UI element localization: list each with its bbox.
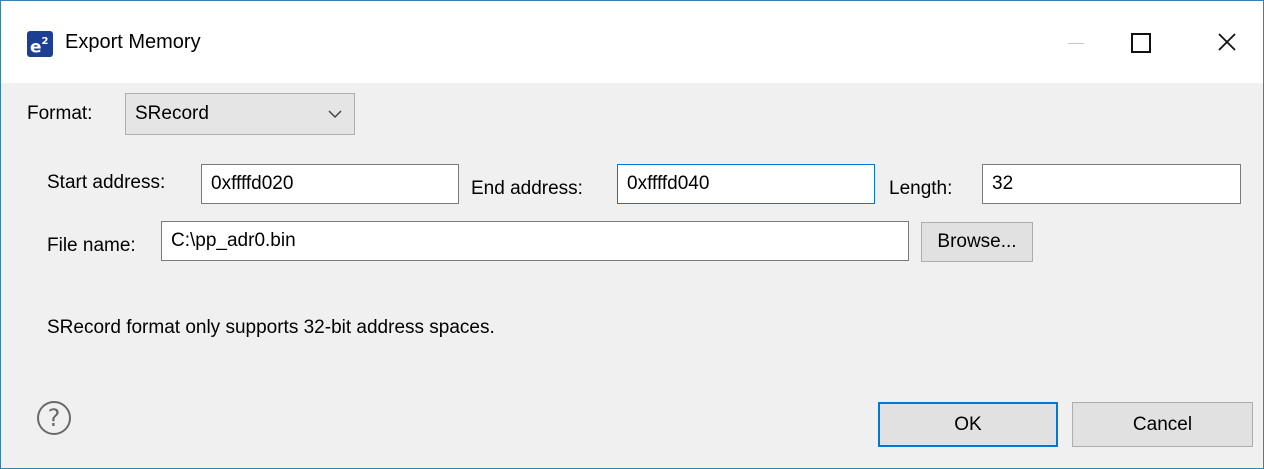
- start-address-input[interactable]: [202, 165, 458, 203]
- chevron-down-icon: [328, 110, 342, 119]
- e2-studio-icon: e2: [27, 31, 53, 58]
- length-label: Length:: [889, 178, 953, 199]
- close-icon: [1218, 33, 1236, 51]
- help-icon[interactable]: ?: [37, 401, 71, 435]
- cancel-button[interactable]: Cancel: [1072, 402, 1253, 447]
- file-name-field[interactable]: [161, 221, 909, 261]
- export-memory-dialog: e2 Export Memory Format: SRecord Start a…: [0, 0, 1264, 469]
- maximize-button[interactable]: [1116, 17, 1176, 67]
- start-address-label: Start address:: [47, 172, 166, 193]
- file-name-label: File name:: [47, 235, 136, 256]
- length-field[interactable]: [982, 164, 1241, 204]
- maximize-icon: [1131, 33, 1151, 53]
- minimize-button[interactable]: [1046, 17, 1106, 67]
- format-selected-value: SRecord: [135, 103, 209, 124]
- format-label: Format:: [27, 103, 93, 124]
- dialog-title: Export Memory: [65, 31, 201, 53]
- browse-button[interactable]: Browse...: [921, 222, 1033, 262]
- file-name-input[interactable]: [162, 222, 908, 260]
- title-bar: e2 Export Memory: [1, 1, 1263, 83]
- end-address-input[interactable]: [618, 165, 874, 203]
- close-button[interactable]: [1199, 17, 1259, 67]
- minimize-icon: [1068, 43, 1084, 44]
- format-info-message: SRecord format only supports 32-bit addr…: [47, 317, 495, 338]
- start-address-field[interactable]: [201, 164, 459, 204]
- format-dropdown[interactable]: SRecord: [125, 93, 355, 135]
- ok-button[interactable]: OK: [878, 402, 1058, 447]
- end-address-field[interactable]: [617, 164, 875, 204]
- end-address-label: End address:: [471, 178, 583, 199]
- length-input[interactable]: [983, 165, 1240, 203]
